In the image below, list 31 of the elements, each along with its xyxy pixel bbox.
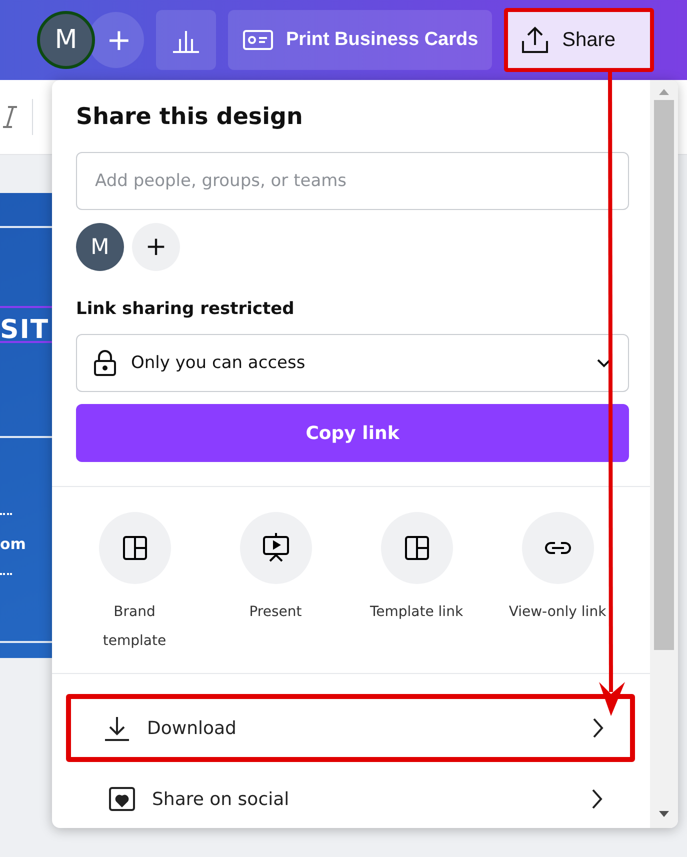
download-icon [103,714,131,742]
share-option[interactable]: View-only link [487,512,628,674]
access-dropdown[interactable]: Only you can access [76,334,629,392]
chevron-right-icon [592,717,604,740]
design-text: SIT [0,315,50,345]
scroll-up-icon[interactable] [658,88,670,96]
print-business-cards-button[interactable]: Print Business Cards [228,10,492,70]
scrollbar[interactable] [650,80,678,828]
collaborator-avatar[interactable]: M [76,223,124,272]
design-text: om [0,535,26,553]
lock-icon [93,349,117,378]
share-option[interactable]: Brand template [64,512,205,674]
id-card-icon [242,28,274,52]
share-button[interactable]: Share [508,12,650,68]
copy-link-button[interactable]: Copy link [76,404,629,462]
layout-icon [120,534,148,562]
panel-title: Share this design [76,104,304,130]
share-option[interactable]: Template link [346,512,487,674]
add-collaborator-button[interactable]: + [132,223,180,272]
analytics-button[interactable] [156,10,216,70]
social-icon [108,786,136,812]
chevron-right-icon [591,788,603,810]
scroll-down-icon[interactable] [658,810,670,818]
upload-icon [520,25,550,55]
section-heading: Link sharing restricted [76,299,296,320]
user-avatar[interactable]: M [37,11,95,69]
people-search-field[interactable]: Add people, groups, or teams [76,152,629,210]
layout-icon [402,534,430,562]
italic-icon[interactable] [2,105,18,129]
presentation-icon [260,532,290,564]
share-option[interactable]: Present [205,512,346,674]
